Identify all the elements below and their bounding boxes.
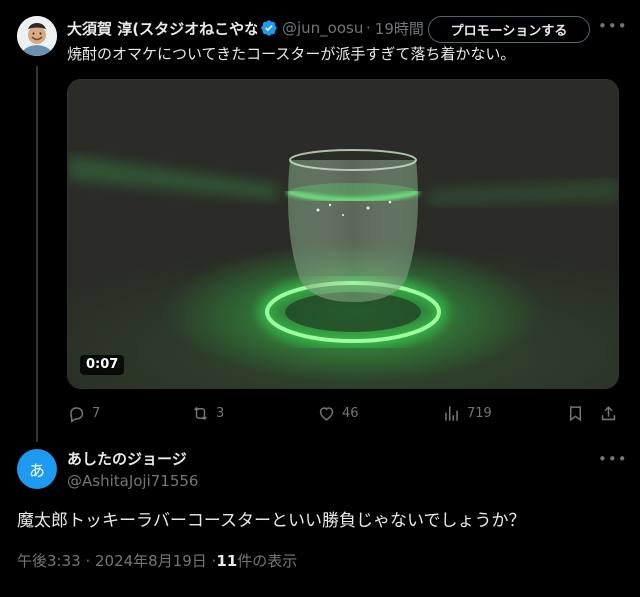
reply-author-display-name[interactable]: あしたのジョージ — [67, 449, 187, 469]
tweet-action-bar: 7 3 46 719 — [67, 401, 622, 425]
bar-chart-icon — [445, 405, 458, 421]
tweet-time[interactable]: 19時間 — [375, 18, 424, 39]
reply-text: 魔太郎トッキーラバーコースターといい勝負じゃないでしょうか？ — [17, 511, 526, 531]
video-duration-badge: 0:07 — [80, 355, 125, 375]
repost-arrows-icon — [194, 406, 207, 420]
more-dots-icon[interactable]: ••• — [598, 451, 627, 471]
upload-arrow-icon — [601, 405, 616, 420]
view-count: 719 — [467, 405, 492, 421]
reply-author-handle[interactable]: @AshitaJoji71556 — [67, 471, 198, 491]
author-handle[interactable]: @jun_oosuga — [282, 19, 362, 37]
views-button[interactable]: 719 — [442, 401, 492, 425]
bookmark-button[interactable] — [566, 401, 591, 425]
like-button[interactable]: 46 — [317, 401, 359, 425]
author-avatar[interactable] — [17, 16, 57, 56]
thread-connector-line — [36, 66, 38, 442]
reply-meta: 午後3:33 · 2024年8月19日 · 11 件の表示 — [17, 551, 297, 571]
speech-bubble-icon — [70, 406, 84, 423]
reply-timestamp[interactable]: 午後3:33 · 2024年8月19日 · — [17, 551, 216, 571]
promote-button[interactable]: プロモーションする — [428, 16, 590, 43]
tweet-separator: · — [366, 19, 371, 37]
share-button[interactable] — [599, 401, 624, 425]
tweet-video[interactable] — [67, 79, 619, 389]
verified-badge-icon — [261, 20, 277, 36]
reply-view-count: 11 — [216, 552, 238, 570]
like-count: 46 — [342, 405, 359, 421]
reply-count: 7 — [92, 405, 101, 421]
heart-icon — [319, 406, 334, 421]
bookmark-icon — [569, 405, 582, 421]
reply-author-avatar[interactable]: あ — [17, 449, 57, 489]
reply-view-suffix: 件の表示 — [237, 552, 298, 570]
tweet-text: 焼酎のオマケについてきたコースターが派手すぎて落ち着かない。 — [67, 45, 516, 63]
repost-count: 3 — [216, 405, 225, 421]
tweet-header: 大須賀 淳(スタジオねこやな @jun_oosuga · 19時間 — [67, 16, 424, 40]
author-display-name[interactable]: 大須賀 淳(スタジオねこやな — [67, 18, 257, 39]
more-dots-icon[interactable]: ••• — [598, 18, 627, 40]
reply-button[interactable]: 7 — [67, 401, 100, 425]
repost-button[interactable]: 3 — [191, 401, 224, 425]
